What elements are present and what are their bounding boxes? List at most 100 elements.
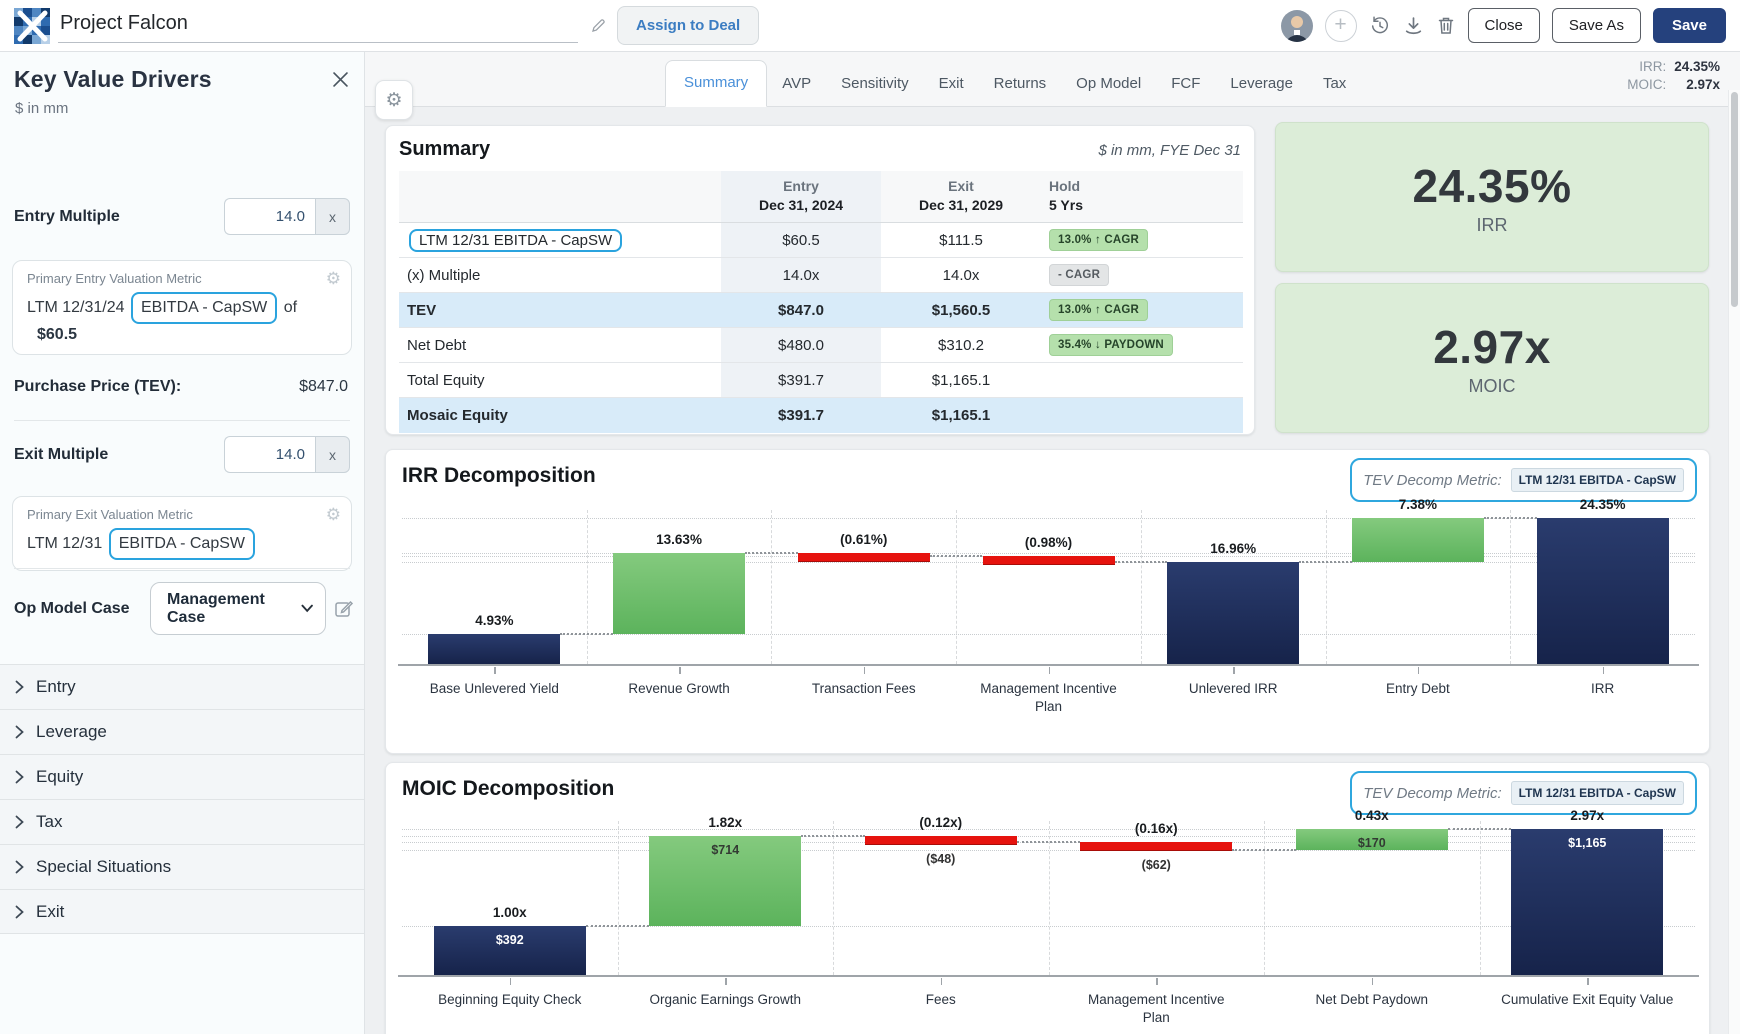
op-model-case-select[interactable]: Management Case	[150, 582, 326, 635]
moic-topline-label: MOIC:	[1627, 77, 1666, 92]
x-axis-category-label: Beginning Equity Check	[412, 991, 608, 1009]
tab-returns[interactable]: Returns	[979, 62, 1062, 107]
tab-bar: SummaryAVPSensitivityExitReturnsOp Model…	[665, 60, 1361, 107]
primary-exit-valuation-card: Primary Exit Valuation Metric ⚙ LTM 12/3…	[12, 496, 352, 571]
exit-multiple-row: Exit Multiple x	[14, 436, 350, 473]
op-model-edit-icon[interactable]	[334, 599, 354, 619]
tab-summary[interactable]: Summary	[665, 60, 767, 107]
bar-sub-label: $170	[1296, 836, 1448, 850]
axis-tick	[1049, 667, 1051, 674]
exit-cell: 14.0x	[881, 258, 1041, 293]
sidebar-section-special-situations[interactable]: Special Situations	[0, 844, 364, 889]
moic-kpi-card: 2.97x MOIC	[1275, 283, 1709, 433]
entry-cell: $391.7	[721, 398, 881, 433]
exit-metric-chip[interactable]: EBITDA - CapSW	[109, 528, 255, 560]
entry-metric-label: Primary Entry Valuation Metric	[27, 271, 337, 286]
moic-waterfall-chart: 1.00x$3921.82x$714(0.12x)($48)(0.16x)($6…	[402, 807, 1695, 1034]
view-settings-gear-button[interactable]: ⚙	[375, 80, 413, 120]
table-row: Mosaic Equity$391.7$1,165.1	[399, 398, 1243, 433]
exit-cell: $1,165.1	[881, 363, 1041, 398]
axis-tick	[494, 667, 496, 674]
status-badge: 13.0% ↑ CAGR	[1049, 299, 1148, 321]
vertical-scrollbar[interactable]	[1728, 90, 1740, 1034]
project-title-input[interactable]: Project Falcon	[58, 8, 578, 43]
tab-leverage[interactable]: Leverage	[1215, 62, 1308, 107]
bar-value-label: (0.98%)	[956, 535, 1141, 550]
connector-line	[1448, 828, 1512, 830]
purchase-price-value: $847.0	[299, 378, 348, 396]
tab-fcf[interactable]: FCF	[1156, 62, 1215, 107]
section-label: Tax	[36, 812, 62, 832]
entry-metric-gear-icon[interactable]: ⚙	[326, 269, 341, 289]
irr-topline-label: IRR:	[1627, 59, 1666, 74]
axis-tick	[1587, 978, 1589, 985]
status-badge: - CAGR	[1049, 264, 1109, 286]
entry-cell: 14.0x	[721, 258, 881, 293]
vertical-gridline	[1480, 821, 1481, 975]
bar-sub-label: ($48)	[865, 852, 1017, 866]
save-as-button[interactable]: Save As	[1552, 8, 1641, 43]
sidebar-section-leverage[interactable]: Leverage	[0, 709, 364, 754]
assign-to-deal-button[interactable]: Assign to Deal	[617, 6, 759, 45]
bar-sub-label: $714	[649, 843, 801, 857]
chevron-right-icon	[15, 860, 24, 874]
entry-metric-chip[interactable]: EBITDA - CapSW	[131, 292, 277, 324]
tab-avp[interactable]: AVP	[767, 62, 826, 107]
section-label: Leverage	[36, 722, 107, 742]
exit-cell: $111.5	[881, 223, 1041, 258]
bar-value-label: 2.97x	[1480, 808, 1696, 823]
vertical-gridline	[1326, 510, 1327, 664]
bar-sub-label: $392	[434, 933, 586, 947]
scrollbar-thumb[interactable]	[1731, 92, 1738, 307]
tab-exit[interactable]: Exit	[924, 62, 979, 107]
axis-tick	[1603, 667, 1605, 674]
connector-line	[586, 925, 650, 927]
waterfall-bar-navy	[428, 634, 560, 664]
entry-multiple-input[interactable]	[224, 198, 315, 235]
op-model-case-row: Op Model Case Management Case	[14, 582, 354, 635]
close-button[interactable]: Close	[1468, 8, 1540, 43]
tab-sensitivity[interactable]: Sensitivity	[826, 62, 924, 107]
user-avatar[interactable]	[1281, 10, 1313, 42]
sidebar-section-equity[interactable]: Equity	[0, 754, 364, 799]
entry-multiple-suffix: x	[315, 198, 350, 235]
tab-op-model[interactable]: Op Model	[1061, 62, 1156, 107]
irr-waterfall-chart: 4.93%13.63%(0.61%)(0.98%)16.96%7.38%24.3…	[402, 490, 1695, 745]
status-badge: 13.0% ↑ CAGR	[1049, 229, 1148, 251]
section-label: Exit	[36, 902, 64, 922]
section-label: Equity	[36, 767, 83, 787]
status-badge: 35.4% ↓ PAYDOWN	[1049, 334, 1173, 356]
sidebar-section-entry[interactable]: Entry	[0, 664, 364, 709]
tev-decomp-metric-chip[interactable]: LTM 12/31 EBITDA - CapSW	[1511, 468, 1684, 492]
exit-multiple-label: Exit Multiple	[14, 446, 108, 464]
exit-cell: $310.2	[881, 328, 1041, 363]
add-user-icon[interactable]: +	[1325, 10, 1357, 42]
metric-chip[interactable]: LTM 12/31 EBITDA - CapSW	[409, 229, 622, 252]
exit-multiple-input[interactable]	[224, 436, 315, 473]
exit-metric-label: Primary Exit Valuation Metric	[27, 507, 337, 522]
metric-cell: Mosaic Equity	[399, 398, 721, 433]
waterfall-bar-red	[983, 556, 1115, 565]
save-button[interactable]: Save	[1653, 8, 1726, 43]
moic-decomposition-title: MOIC Decomposition	[402, 777, 614, 801]
sidebar-section-exit[interactable]: Exit	[0, 889, 364, 934]
exit-metric-gear-icon[interactable]: ⚙	[326, 505, 341, 525]
exit-column-header: Exit Dec 31, 2029	[881, 171, 1041, 223]
download-icon[interactable]	[1403, 15, 1424, 36]
chevron-right-icon	[15, 905, 24, 919]
history-icon[interactable]	[1369, 15, 1391, 37]
op-model-case-value: Management Case	[167, 591, 301, 627]
summary-table-body: LTM 12/31 EBITDA - CapSW$60.5$111.513.0%…	[399, 223, 1243, 433]
tab-tax[interactable]: Tax	[1308, 62, 1361, 107]
axis-tick	[1418, 667, 1420, 674]
irr-kpi-label: IRR	[1477, 215, 1508, 236]
tev-decomp-metric-chip[interactable]: LTM 12/31 EBITDA - CapSW	[1511, 781, 1684, 805]
op-model-case-label: Op Model Case	[14, 600, 130, 618]
close-panel-icon[interactable]	[333, 72, 348, 87]
exit-multiple-suffix: x	[315, 436, 350, 473]
connector-line	[560, 633, 613, 635]
sidebar-section-tax[interactable]: Tax	[0, 799, 364, 844]
trash-icon[interactable]	[1436, 15, 1456, 36]
edit-title-pencil-icon[interactable]	[590, 17, 607, 34]
x-axis-category-label: Unlevered IRR	[1147, 680, 1319, 698]
